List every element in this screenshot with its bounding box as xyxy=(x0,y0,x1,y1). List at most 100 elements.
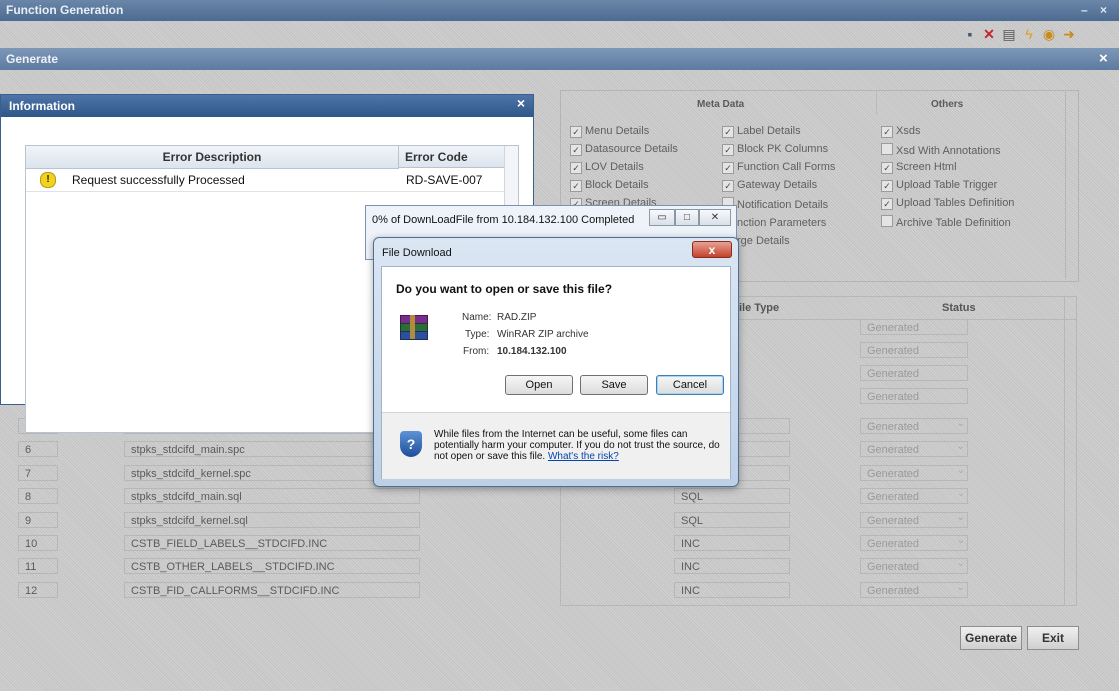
checkbox-upload-tables-definition[interactable]: ✓ Upload Tables Definition xyxy=(881,197,1014,210)
deploy-icon[interactable]: ◉ xyxy=(1041,26,1057,42)
error-code: RD-SAVE-007 xyxy=(406,173,483,187)
checkbox-box[interactable]: ✓ xyxy=(570,162,582,174)
checkbox-label: Gateway Details xyxy=(737,179,818,191)
checkbox-nction-parameters[interactable]: nction Parameters xyxy=(722,215,826,229)
progress-close-button[interactable]: ✕ xyxy=(699,209,731,226)
winrar-archive-icon xyxy=(398,315,428,341)
status-select[interactable]: Generated xyxy=(860,486,968,505)
status-select[interactable]: Generated xyxy=(860,388,968,404)
grid-icon[interactable]: ▤ xyxy=(1001,26,1017,42)
status-select[interactable]: Generated xyxy=(860,556,968,575)
checkbox-block-details[interactable]: ✓ Block Details xyxy=(570,179,649,192)
checkbox-box[interactable]: ✓ xyxy=(881,198,893,210)
checkbox-box[interactable]: ✓ xyxy=(570,144,582,156)
file-name: stpks_stdcifd_main.sql xyxy=(124,488,420,505)
toolbar xyxy=(0,21,1119,46)
file-name: CSTB_FID_CALLFORMS__STDCIFD.INC xyxy=(124,581,420,598)
table-row[interactable]: 12 CSTB_FID_CALLFORMS__STDCIFD.INC INC Gene… xyxy=(18,580,1058,600)
status-select[interactable]: Generated xyxy=(860,319,968,335)
checkbox-xsd-with-annotations[interactable]: Xsd With Annotations xyxy=(881,143,1001,157)
file-type: INC xyxy=(674,558,790,575)
progress-minimize-button[interactable]: ▭ xyxy=(649,209,675,226)
error-code-header: Error Code xyxy=(399,146,504,168)
status-select[interactable]: Generated xyxy=(860,533,968,551)
checkbox-label: nction Parameters xyxy=(737,217,827,229)
delete-icon[interactable]: ✕ xyxy=(981,26,997,42)
status-select[interactable]: Generated xyxy=(860,365,968,381)
checkbox-label: Upload Table Trigger xyxy=(896,179,998,191)
checkbox-block-pk-columns[interactable]: ✓ Block PK Columns xyxy=(722,143,828,156)
information-close-icon[interactable]: × xyxy=(517,95,525,111)
header-file-type: ile Type xyxy=(739,302,780,314)
meta-data-header: Meta Data xyxy=(697,99,745,110)
row-number: 6 xyxy=(18,441,58,458)
checkbox-box[interactable]: ✓ xyxy=(722,162,734,174)
file-type: INC xyxy=(674,535,790,551)
checkbox-label: Archive Table Definition xyxy=(896,217,1011,229)
checkbox-function-call-forms[interactable]: ✓ Function Call Forms xyxy=(722,161,835,174)
name-label: Name: xyxy=(462,312,492,323)
save-button[interactable]: Save xyxy=(580,375,648,395)
status-select[interactable]: Generated xyxy=(860,439,968,458)
checkbox-label-details[interactable]: ✓ Label Details xyxy=(722,125,801,138)
checkbox-label: Block PK Columns xyxy=(737,143,829,155)
checkbox-menu-details[interactable]: ✓ Menu Details xyxy=(570,125,649,138)
files-scrollbar[interactable] xyxy=(1064,297,1077,605)
download-question: Do you want to open or save this file? xyxy=(396,282,613,296)
file-download-close-button[interactable]: x xyxy=(692,241,732,258)
table-row[interactable]: 8 stpks_stdcifd_main.sql SQL Generated xyxy=(18,486,1058,506)
checkbox-box[interactable] xyxy=(881,215,893,227)
table-row[interactable]: 9 stpks_stdcifd_kernel.sql SQL Generated xyxy=(18,510,1058,530)
checkbox-lov-details[interactable]: ✓ LOV Details xyxy=(570,161,644,174)
file-name: stpks_stdcifd_kernel.sql xyxy=(124,511,420,528)
row-number: 12 xyxy=(18,581,58,598)
file-name: CSTB_FIELD_LABELS__STDCIFD.INC xyxy=(124,535,420,551)
close-icon[interactable]: × xyxy=(1100,0,1107,21)
exit-button[interactable]: Exit xyxy=(1027,626,1079,650)
lightning-icon[interactable]: ϟ xyxy=(1021,26,1037,42)
status-select[interactable]: Generated xyxy=(860,580,968,598)
open-button[interactable]: Open xyxy=(505,375,573,395)
checkbox-box[interactable] xyxy=(881,143,893,155)
arrow-icon[interactable]: ➜ xyxy=(1061,26,1077,42)
meta-scrollbar[interactable] xyxy=(1065,91,1078,279)
checkbox-xsds[interactable]: ✓ Xsds xyxy=(881,125,920,138)
checkbox-box[interactable]: ✓ xyxy=(881,180,893,192)
progress-title: 0% of DownLoadFile from 10.184.132.100 C… xyxy=(372,214,635,226)
status-select[interactable]: Generated xyxy=(860,416,968,434)
table-row[interactable]: 10 CSTB_FIELD_LABELS__STDCIFD.INC INC Gener… xyxy=(18,533,1058,553)
whats-the-risk-link[interactable]: What's the risk? xyxy=(548,451,619,462)
save-icon[interactable]: ▪ xyxy=(962,26,978,42)
checkbox-box[interactable]: ✓ xyxy=(570,180,582,192)
progress-maximize-button[interactable]: □ xyxy=(675,209,699,226)
shield-question-icon: ? xyxy=(400,431,422,457)
checkbox-box[interactable]: ✓ xyxy=(722,180,734,192)
checkbox-gateway-details[interactable]: ✓ Gateway Details xyxy=(722,179,817,192)
checkbox-label: Datasource Details xyxy=(585,143,678,155)
file-type: INC xyxy=(674,581,790,598)
window-title: Function Generation xyxy=(6,3,124,17)
checkbox-screen-html[interactable]: ✓ Screen Html xyxy=(881,161,957,174)
file-download-body: Do you want to open or save this file? N… xyxy=(381,266,731,479)
checkbox-box[interactable]: ✓ xyxy=(722,126,734,138)
row-number: 9 xyxy=(18,511,58,528)
checkbox-datasource-details[interactable]: ✓ Datasource Details xyxy=(570,143,678,156)
checkbox-box[interactable]: ✓ xyxy=(570,126,582,138)
checkbox-upload-table-trigger[interactable]: ✓ Upload Table Trigger xyxy=(881,179,997,192)
header-status: Status xyxy=(942,302,976,314)
status-select[interactable]: Generated xyxy=(860,510,968,528)
checkbox-archive-table-definition[interactable]: Archive Table Definition xyxy=(881,215,1011,229)
minimize-icon[interactable]: – xyxy=(1081,0,1088,21)
checkbox-box[interactable]: ✓ xyxy=(881,162,893,174)
table-row[interactable]: 11 CSTB_OTHER_LABELS__STDCIFD.INC INC Gener… xyxy=(18,556,1058,576)
status-select[interactable]: Generated xyxy=(860,342,968,358)
checkbox-box[interactable]: ✓ xyxy=(881,126,893,138)
status-select[interactable]: Generated xyxy=(860,463,968,481)
cancel-button[interactable]: Cancel xyxy=(656,375,724,395)
checkbox-label: Screen Html xyxy=(896,161,957,173)
generate-button[interactable]: Generate xyxy=(960,626,1022,650)
error-description-header: Error Description xyxy=(26,146,399,169)
generate-close-icon[interactable]: × xyxy=(1099,48,1108,70)
checkbox-notification-details[interactable]: Notification Details xyxy=(722,197,828,211)
checkbox-box[interactable]: ✓ xyxy=(722,144,734,156)
